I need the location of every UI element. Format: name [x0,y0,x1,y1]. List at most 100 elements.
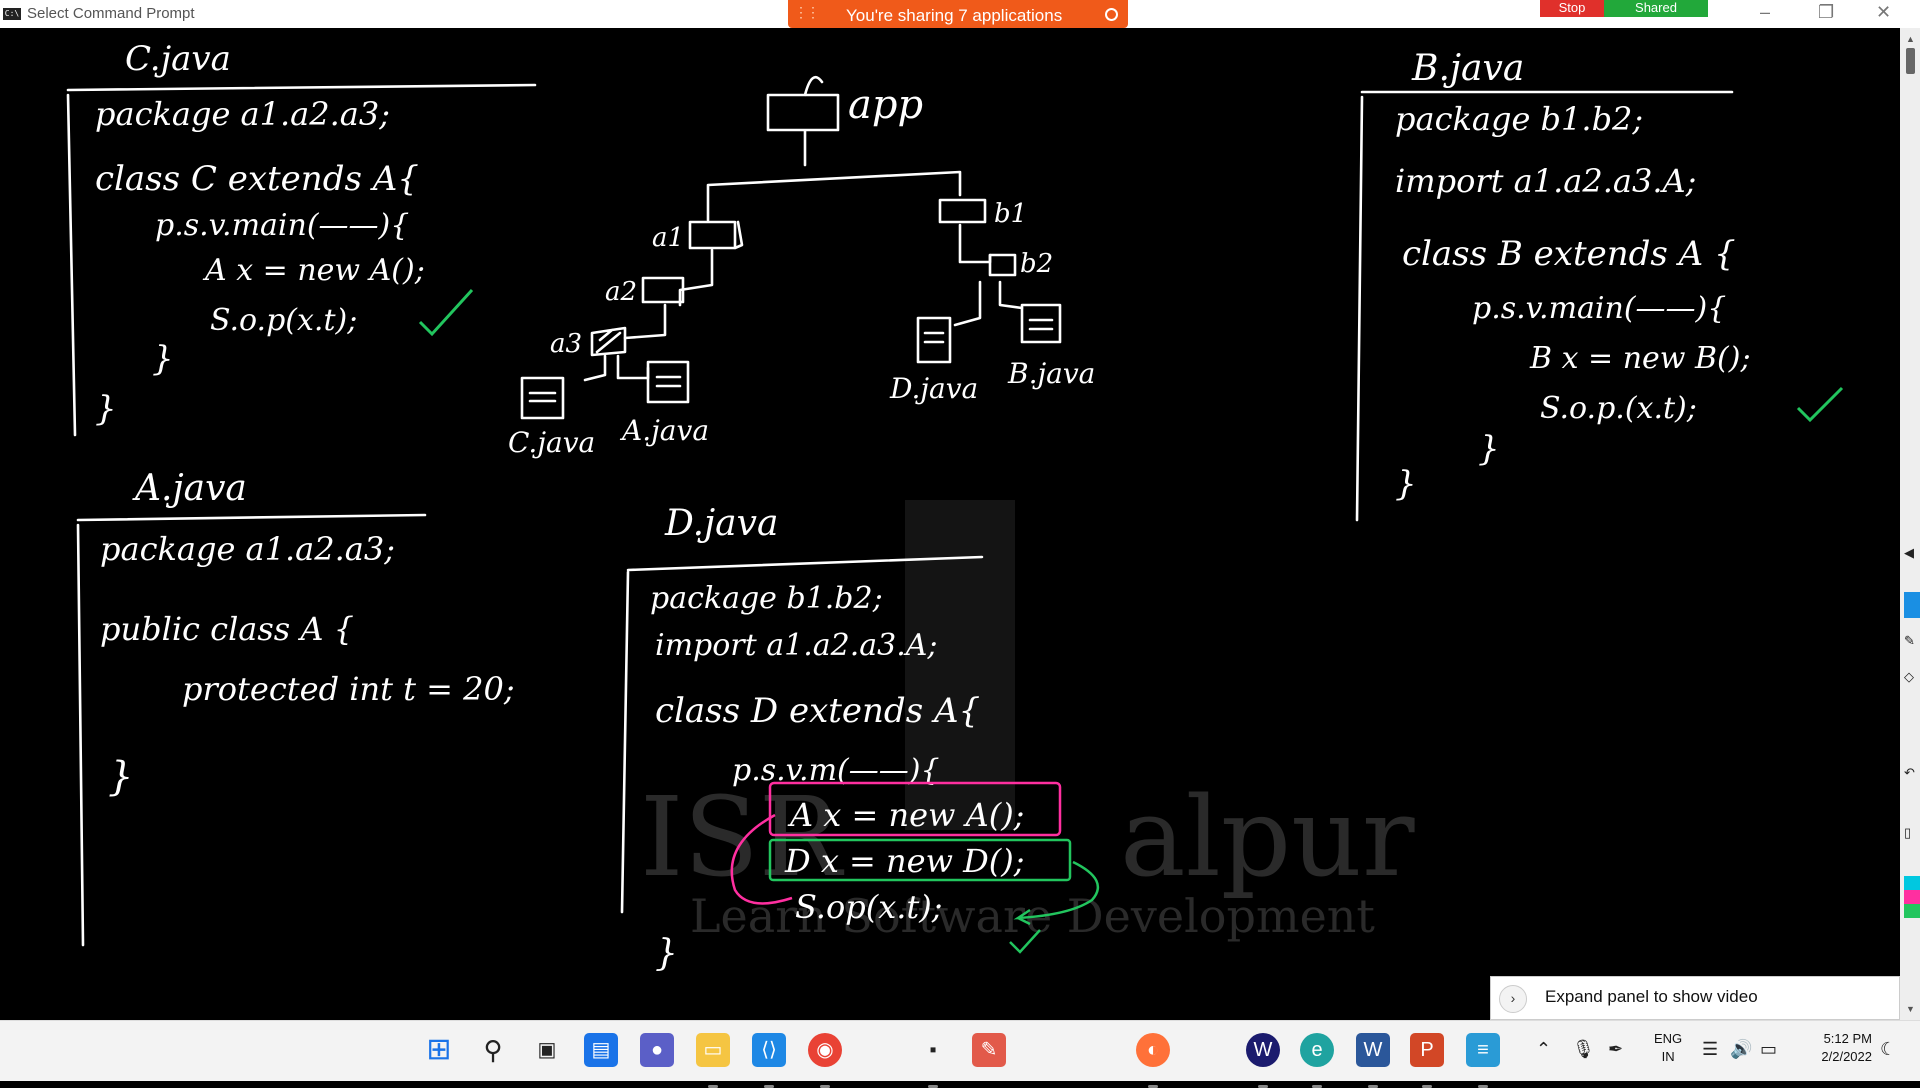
firefox-icon[interactable]: ◐ [1136,1033,1170,1088]
wifi-icon[interactable]: ☰ [1702,1039,1718,1060]
edge-icon[interactable]: e [1300,1033,1334,1088]
a-java-filename: A.java [132,468,247,509]
folder-label: b1 [994,199,1027,229]
chevron-up-icon[interactable]: ⌃ [1536,1039,1551,1060]
c-java-line: S.o.p(x.t); [210,303,357,338]
b-java-block: B.java package b1.b2; import a1.a2.a3.A;… [1355,48,1844,522]
file-label: A.java [619,414,709,447]
microphone-icon[interactable]: 🎙 [1572,1039,1595,1060]
color-swatch-cyan[interactable] [1904,876,1920,890]
battery-icon[interactable]: ▭ [1760,1039,1777,1060]
restore-button[interactable]: ❐ [1818,2,1834,23]
b-java-line: import a1.a2.a3.A; [1395,162,1696,200]
cmd-icon[interactable]: ▪ [916,1033,950,1088]
b-java-line: } [1395,464,1417,504]
paint-icon[interactable]: ✎ [972,1033,1006,1067]
eraser-tool-icon[interactable]: ◇ [1904,664,1920,690]
d-java-line: package b1.b2; [650,581,883,616]
file-label: D.java [889,372,978,405]
b-java-line: class B extends A { [1402,234,1736,274]
scroll-down-icon[interactable]: ▼ [1906,1004,1915,1014]
a-java-line: } [108,754,133,800]
taskbar: ⊞ ⚲ ▣ ▤ ● ▭ ⟨⟩ ◉ ▪ ✎ ◐ W e W P ≡ ⌃ 🎙 ✒ E… [0,1020,1920,1088]
language-indicator[interactable]: ENG IN [1654,1030,1682,1066]
c-java-block: C.java package a1.a2.a3; class C extends… [66,39,537,437]
scroll-thumb[interactable] [1906,48,1915,74]
d-java-filename: D.java [664,503,778,544]
svg-text:alpur: alpur [1120,773,1415,901]
screen-share-banner[interactable]: ⋮⋮ You're sharing 7 applications [788,0,1128,28]
stop-sharing-button[interactable]: Stop [1540,0,1604,17]
toolbar-collapse-icon[interactable]: ◀ [1904,540,1920,566]
c-java-line: package a1.a2.a3; [95,95,390,133]
d-java-line: } [655,933,678,974]
volume-icon[interactable]: 🔊 [1730,1039,1752,1060]
check-icon [1796,386,1844,423]
task-view-icon[interactable]: ▣ [530,1033,564,1067]
search-icon[interactable]: ⚲ [476,1033,510,1067]
folder-label: b2 [1020,249,1053,279]
expand-video-panel[interactable]: › Expand panel to show video [1490,976,1900,1020]
folder-label: a1 [652,223,684,253]
drag-grip-icon[interactable]: ⋮⋮ [794,4,820,21]
c-java-line: p.s.v.main(——){ [155,208,409,243]
b-java-filename: B.java [1411,48,1524,89]
notifications-icon[interactable]: ☾ [1880,1039,1896,1060]
expand-panel-text: Expand panel to show video [1545,987,1758,1006]
minimize-button[interactable]: – [1760,2,1770,23]
teams-chat-icon[interactable]: ● [640,1033,674,1067]
undo-icon[interactable]: ↶ [1904,760,1920,786]
share-banner-text: You're sharing 7 applications [846,6,1063,25]
check-icon [418,288,474,337]
word-icon[interactable]: W [1356,1033,1390,1088]
color-swatch-green[interactable] [1904,904,1920,918]
a-java-line: public class A { [100,610,354,648]
b-java-line: S.o.p.(x.t); [1540,391,1697,426]
d-java-line: class D extends A{ [655,691,980,731]
file-explorer-icon[interactable]: ▭ [696,1033,730,1088]
chrome-icon[interactable]: ◉ [808,1033,842,1088]
a-java-line: package a1.a2.a3; [100,530,395,568]
system-clock[interactable]: 5:12 PM 2/2/2022 [1800,1030,1872,1066]
pen-icon[interactable]: ✒ [1608,1039,1623,1060]
package-tree-diagram: app a1 a2 a3 C.java A.java b1 b2 D.java … [508,75,1095,459]
c-java-filename: C.java [125,39,231,79]
scroll-up-icon[interactable]: ▲ [1906,34,1915,44]
pointer-tool-icon[interactable] [1904,592,1920,618]
whiteboard-canvas[interactable]: ISR alpur Learn Software Development C.j… [0,28,1900,1020]
powerpoint-icon[interactable]: P [1410,1033,1444,1088]
file-label: C.java [508,426,595,459]
color-swatch-pink[interactable] [1904,890,1920,904]
b-java-line: package b1.b2; [1395,100,1643,138]
shared-status-button[interactable]: Shared [1604,0,1708,17]
vscode-icon[interactable]: ⟨⟩ [752,1033,786,1088]
a-java-block: A.java package a1.a2.a3; public class A … [76,468,515,947]
c-java-line: class C extends A{ [95,159,419,199]
tree-root-label: app [848,82,923,128]
b-java-line: B x = new B(); [1529,341,1751,376]
a-java-line: protected int t = 20; [182,670,515,708]
folder-label: a2 [605,277,637,307]
notepad-icon[interactable]: ≡ [1466,1033,1500,1088]
svg-text:ISR: ISR [640,773,845,901]
widgets-icon[interactable]: ▤ [584,1033,618,1067]
trash-icon[interactable]: ▯ [1904,820,1920,846]
window-titlebar: C:\ Select Command Prompt ⋮⋮ You're shar… [0,0,1920,28]
share-status-icon[interactable] [1105,8,1118,21]
annotation-toolbar: ◀ ✎ ◇ ↶ ▯ [1904,540,1920,980]
close-button[interactable]: ✕ [1876,2,1891,23]
b-java-line: } [1478,429,1500,469]
window-title: Select Command Prompt [27,5,195,22]
folder-label: a3 [550,329,582,359]
c-java-line: } [95,389,117,429]
pen-tool-icon[interactable]: ✎ [1904,628,1920,654]
cmd-app-icon: C:\ [3,8,21,20]
webex-icon[interactable]: W [1246,1033,1280,1088]
b-java-line: p.s.v.main(——){ [1472,291,1726,326]
file-label: B.java [1007,357,1095,390]
d-java-line: D x = new D(); [784,842,1025,880]
c-java-line: A x = new A(); [202,253,425,288]
c-java-line: } [152,339,174,379]
chevron-right-icon[interactable]: › [1499,985,1527,1013]
windows-start-icon[interactable]: ⊞ [422,1033,456,1067]
